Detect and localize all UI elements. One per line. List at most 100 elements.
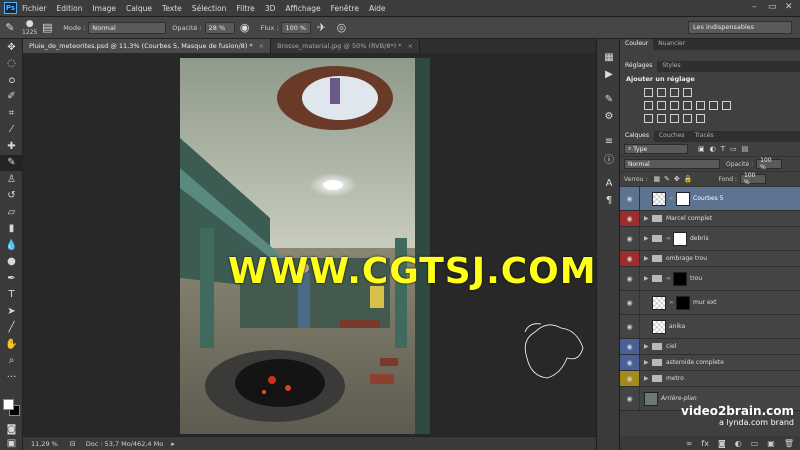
layer-row[interactable]: ◉ ▶ ∞ trou <box>620 267 800 291</box>
crop-tool-icon[interactable]: ⌗ <box>0 105 23 122</box>
type-tool-icon[interactable]: T <box>0 287 23 304</box>
brush-tool-icon[interactable]: ✎ <box>3 21 17 35</box>
color-lookup-icon[interactable] <box>722 101 731 110</box>
color-balance-icon[interactable] <box>670 101 679 110</box>
close-icon[interactable]: × <box>259 42 264 50</box>
menu-fichier[interactable]: Fichier <box>22 4 47 13</box>
history-brush-tool-icon[interactable]: ↺ <box>0 188 23 205</box>
brightness-icon[interactable] <box>644 88 653 97</box>
selective-color-icon[interactable] <box>696 114 705 123</box>
layer-mask-thumbnail[interactable] <box>676 295 690 310</box>
tab-couches[interactable]: Couches <box>654 131 690 142</box>
zoom-readout[interactable]: 11,29 % <box>31 440 58 448</box>
pressure-opacity-icon[interactable]: ◉ <box>238 21 252 35</box>
opacity-field[interactable]: 28 % <box>204 21 235 34</box>
chevron-right-icon[interactable]: ▶ <box>644 215 652 222</box>
posterize-icon[interactable] <box>657 114 666 123</box>
chevron-right-icon[interactable]: ▶ <box>644 275 652 282</box>
eye-icon[interactable]: ◉ <box>620 315 640 338</box>
clone-stamp-tool-icon[interactable]: ♙ <box>0 171 23 188</box>
tab-reglages[interactable]: Réglages <box>620 61 658 72</box>
more-tools-icon[interactable]: ··· <box>0 369 23 386</box>
maximize-icon[interactable]: ▭ <box>768 2 777 12</box>
paragraph-panel-icon[interactable]: ¶ <box>597 192 621 209</box>
foreground-color-swatch[interactable] <box>3 399 14 410</box>
brush-presets-icon[interactable]: ✎ <box>597 91 621 108</box>
pen-tool-icon[interactable]: ✒ <box>0 270 23 287</box>
eye-icon[interactable]: ◉ <box>620 227 640 250</box>
document-canvas[interactable] <box>180 58 430 434</box>
quick-selection-tool-icon[interactable]: ✐ <box>0 89 23 106</box>
menu-image[interactable]: Image <box>92 4 116 13</box>
workspace-select[interactable]: Les indispensables <box>688 21 792 34</box>
layer-row[interactable]: ◉ anika <box>620 315 800 339</box>
menu-filtre[interactable]: Filtre <box>236 4 254 13</box>
add-mask-icon[interactable]: ◙ <box>718 439 726 448</box>
tab-calques[interactable]: Calques <box>620 131 654 142</box>
eye-icon[interactable]: ◉ <box>620 267 640 290</box>
brush-preset-picker[interactable]: ● 1225 <box>22 19 37 36</box>
canvas-area[interactable]: WWW.CGTSJ.COM <box>23 53 596 436</box>
channel-mixer-icon[interactable] <box>709 101 718 110</box>
eye-icon[interactable]: ◉ <box>620 211 640 226</box>
tab-styles[interactable]: Styles <box>657 61 685 72</box>
move-tool-icon[interactable]: ✥ <box>0 39 23 56</box>
close-icon[interactable]: ✕ <box>785 2 793 12</box>
layer-filter-select[interactable]: ⌕ Type <box>624 144 688 154</box>
curves-icon[interactable] <box>670 88 679 97</box>
layer-row[interactable]: ◉ ▶ metro <box>620 371 800 387</box>
layer-row[interactable]: ◉ ▶ ∞ debris <box>620 227 800 251</box>
fx-icon[interactable]: fx <box>701 439 709 448</box>
menu-affichage[interactable]: Affichage <box>285 4 320 13</box>
chevron-right-icon[interactable]: ▶ <box>644 255 652 262</box>
layer-row[interactable]: ◉ ∞ Courbes 5 <box>620 187 800 211</box>
flow-field[interactable]: 100 % <box>281 21 312 34</box>
status-menu-arrow-icon[interactable]: ▸ <box>171 440 175 448</box>
threshold-icon[interactable] <box>670 114 679 123</box>
menu-selection[interactable]: Sélection <box>192 4 227 13</box>
mode-select[interactable]: Normal <box>88 21 167 34</box>
lock-icons[interactable]: ▦✎✥🔒 <box>653 175 696 183</box>
layer-opacity-field[interactable]: 100 % <box>756 157 783 171</box>
eye-icon[interactable]: ◉ <box>620 187 640 210</box>
eye-icon[interactable]: ◉ <box>620 387 640 410</box>
menu-edition[interactable]: Edition <box>57 4 83 13</box>
tab-brosse-material[interactable]: Brosse_material.jpg @ 50% (RVB/8*) * × <box>271 39 420 53</box>
chevron-right-icon[interactable]: ▶ <box>644 343 652 350</box>
chevron-right-icon[interactable]: ▶ <box>644 359 652 366</box>
invert-icon[interactable] <box>644 114 653 123</box>
hue-saturation-icon[interactable] <box>657 101 666 110</box>
zoom-tool-icon[interactable]: ⌕ <box>0 353 23 370</box>
line-tool-icon[interactable]: ╱ <box>0 320 23 337</box>
tab-traces[interactable]: Tracés <box>690 131 719 142</box>
eye-icon[interactable]: ◉ <box>620 355 640 370</box>
eraser-tool-icon[interactable]: ▱ <box>0 204 23 221</box>
layer-mask-thumbnail[interactable] <box>673 271 687 286</box>
lasso-tool-icon[interactable]: ഠ <box>0 72 23 89</box>
airbrush-icon[interactable]: ✈ <box>314 21 328 35</box>
gradient-tool-icon[interactable]: ▮ <box>0 221 23 238</box>
exposure-icon[interactable] <box>683 88 692 97</box>
pressure-size-icon[interactable]: ◎ <box>334 21 348 35</box>
hand-tool-icon[interactable]: ✋ <box>0 336 23 353</box>
gradient-map-icon[interactable] <box>683 114 692 123</box>
menu-texte[interactable]: Texte <box>162 4 182 13</box>
minimize-icon[interactable]: – <box>752 2 757 12</box>
layer-row[interactable]: ◉ ∞ mur ext <box>620 291 800 315</box>
brush-panel-icon[interactable]: ▤ <box>40 21 54 35</box>
status-share-icon[interactable]: ⊟ <box>70 440 76 448</box>
character-panel-icon[interactable]: A <box>597 175 621 192</box>
info-panel-icon[interactable]: ⓘ <box>597 150 621 167</box>
tab-pluie-de-meteorites[interactable]: Pluie_de_meteorites.psd @ 11,3% (Courbes… <box>23 39 272 53</box>
layer-row[interactable]: ◉ ▶ asteroide complete <box>620 355 800 371</box>
eye-icon[interactable]: ◉ <box>620 251 640 266</box>
eyedropper-tool-icon[interactable]: ⁄ <box>0 122 23 139</box>
layer-mask-thumbnail[interactable] <box>673 231 687 246</box>
layer-row[interactable]: ◉ ▶ ombrage trou <box>620 251 800 267</box>
menu-aide[interactable]: Aide <box>369 4 386 13</box>
layer-row[interactable]: ◉ ▶ Marcel complet <box>620 211 800 227</box>
new-adjustment-icon[interactable]: ◐ <box>735 439 742 448</box>
tab-couleur[interactable]: Couleur <box>620 39 654 50</box>
eye-icon[interactable]: ◉ <box>620 371 640 386</box>
link-layers-icon[interactable]: ∞ <box>686 439 693 448</box>
